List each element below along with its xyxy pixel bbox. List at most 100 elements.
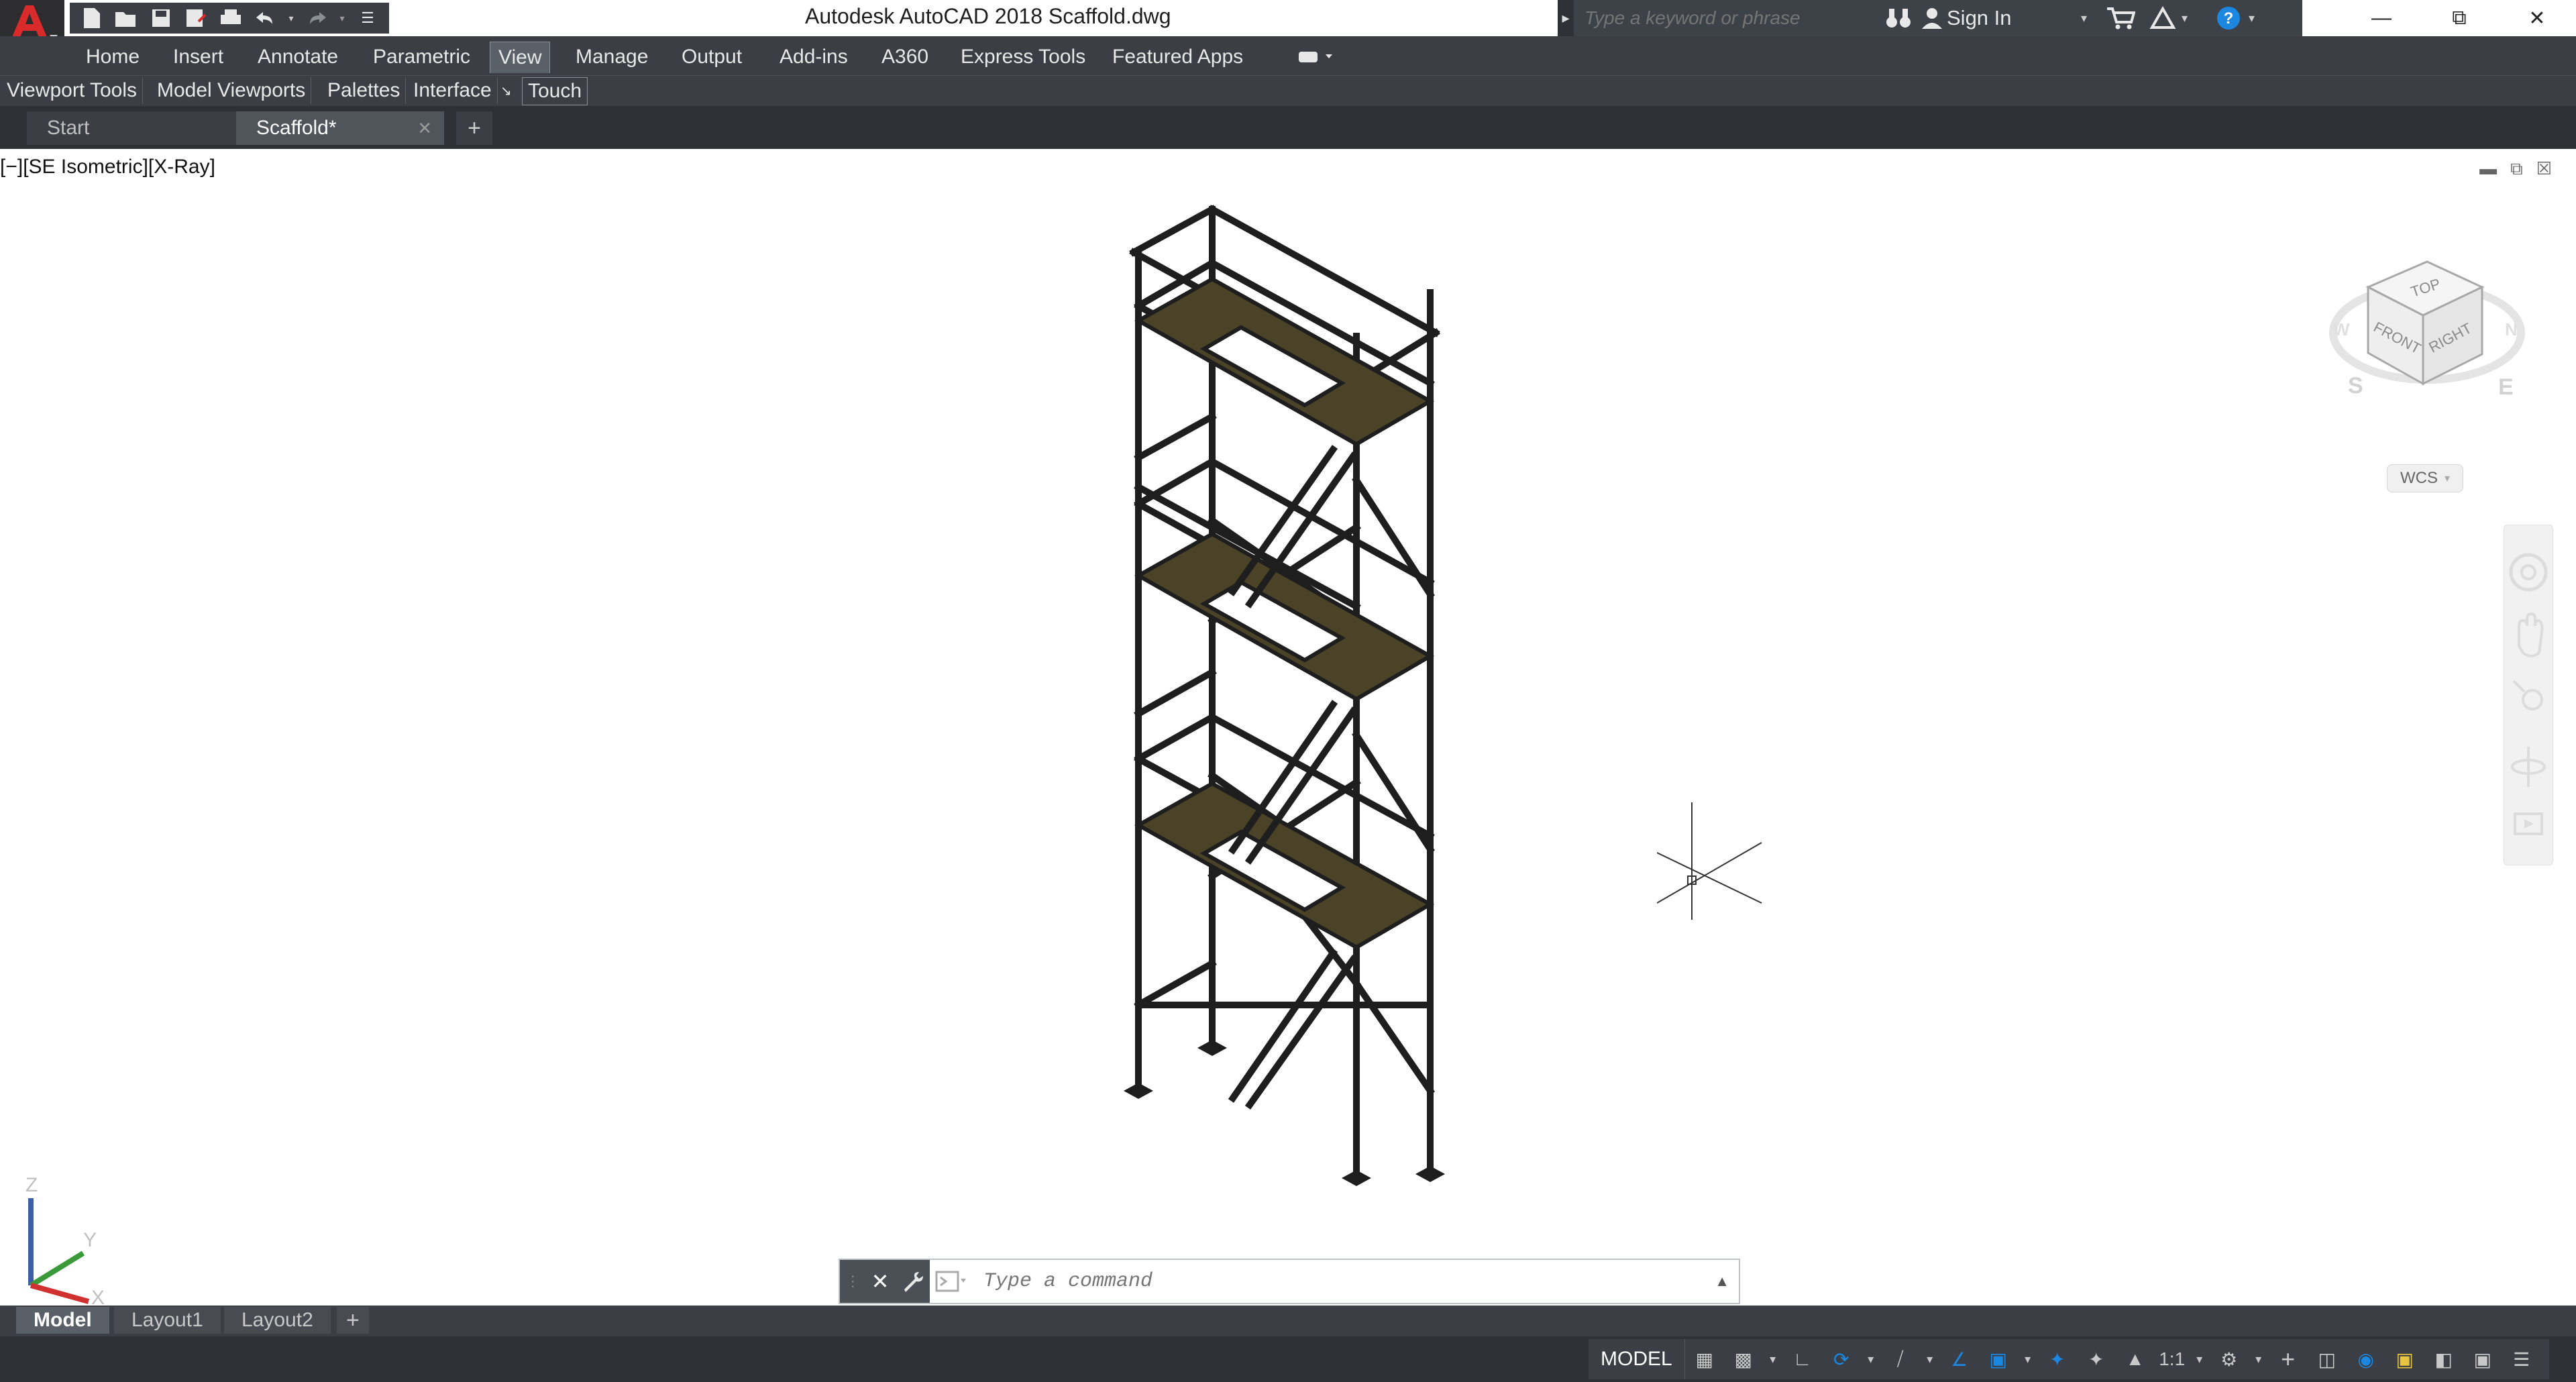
pan-icon[interactable] bbox=[2518, 612, 2544, 657]
tab-home[interactable]: Home bbox=[78, 42, 148, 72]
undo-dropdown-icon[interactable]: ▾ bbox=[286, 5, 297, 32]
tab-express-tools[interactable]: Express Tools bbox=[953, 42, 1093, 72]
isodraft-dropdown-icon[interactable]: ▾ bbox=[1920, 1339, 1940, 1379]
restore-icon[interactable]: ⧉ bbox=[2420, 0, 2498, 36]
model-space-button[interactable]: MODEL bbox=[1589, 1339, 1685, 1379]
quick-properties-icon[interactable]: ◉ bbox=[2347, 1339, 2385, 1379]
navigation-bar bbox=[2504, 525, 2553, 865]
help-dropdown-icon[interactable]: ▾ bbox=[2249, 11, 2265, 25]
snap-icon[interactable]: ▩ bbox=[1724, 1339, 1763, 1379]
tab-model[interactable]: Model bbox=[16, 1307, 109, 1334]
polar-dropdown-icon[interactable]: ▾ bbox=[1861, 1339, 1881, 1379]
annotation-monitor-icon[interactable]: + bbox=[2269, 1339, 2308, 1379]
undo-icon[interactable] bbox=[251, 5, 280, 32]
annotation-scale-value[interactable]: 1:1 bbox=[2155, 1339, 2190, 1379]
tab-insert[interactable]: Insert bbox=[165, 42, 231, 72]
lock-ui-icon[interactable]: ▣ bbox=[2385, 1339, 2424, 1379]
clean-screen-icon[interactable]: ▣ bbox=[2463, 1339, 2502, 1379]
panel-model-viewports[interactable]: Model Viewports bbox=[152, 77, 312, 104]
minimize-icon[interactable]: — bbox=[2343, 0, 2420, 36]
viewcube[interactable]: TOP FRONT RIGHT S E W N bbox=[2328, 252, 2529, 420]
snap-dropdown-icon[interactable]: ▾ bbox=[1763, 1339, 1783, 1379]
open-folder-icon[interactable] bbox=[111, 5, 141, 32]
auto-scale-icon[interactable]: ✦ bbox=[2077, 1339, 2116, 1379]
tab-manage[interactable]: Manage bbox=[568, 42, 656, 72]
annotation-visibility-icon[interactable]: ✦ bbox=[2038, 1339, 2077, 1379]
file-tab-start-label: Start bbox=[47, 117, 90, 139]
annotation-scale-icon[interactable]: ▲ bbox=[2116, 1339, 2155, 1379]
autodesk-exchange-icon[interactable] bbox=[2144, 6, 2182, 30]
command-prompt-icon[interactable] bbox=[930, 1268, 970, 1295]
crosshair-cursor-icon bbox=[1657, 802, 1762, 920]
close-icon[interactable]: ✕ bbox=[2498, 0, 2576, 36]
tab-view[interactable]: View bbox=[490, 42, 551, 73]
command-line: ⋮ ✕ ▲ bbox=[839, 1259, 1740, 1304]
command-history-icon[interactable]: ▲ bbox=[1715, 1273, 1729, 1290]
zoom-extents-icon[interactable] bbox=[2512, 680, 2543, 710]
drawing-area[interactable]: [−][SE Isometric][X-Ray] ▬ ⧉ ☒ TOP FRONT… bbox=[0, 152, 2576, 1306]
new-layout-button[interactable]: + bbox=[337, 1307, 369, 1334]
command-line-toolbar: ⋮ ✕ bbox=[840, 1260, 930, 1303]
close-tab-icon[interactable]: ✕ bbox=[417, 118, 432, 139]
sign-in-dropdown-icon[interactable]: ▾ bbox=[2081, 11, 2097, 25]
binoculars-icon[interactable] bbox=[1880, 6, 1917, 30]
tab-parametric[interactable]: Parametric bbox=[365, 42, 478, 72]
panel-touch[interactable]: Touch bbox=[522, 77, 588, 105]
workspace-dropdown-icon[interactable]: ▾ bbox=[2249, 1339, 2269, 1379]
orbit-icon[interactable] bbox=[2511, 747, 2546, 787]
scale-dropdown-icon[interactable]: ▾ bbox=[2190, 1339, 2210, 1379]
tab-a360[interactable]: A360 bbox=[873, 42, 936, 72]
tab-featured-apps[interactable]: Featured Apps bbox=[1104, 42, 1251, 72]
search-input[interactable] bbox=[1583, 7, 1868, 30]
sign-in-link[interactable]: Sign In bbox=[1947, 6, 2081, 30]
redo-dropdown-icon[interactable]: ▾ bbox=[337, 5, 347, 32]
units-icon[interactable]: ◫ bbox=[2308, 1339, 2347, 1379]
showmotion-icon[interactable] bbox=[2514, 812, 2543, 835]
panel-palettes[interactable]: Palettes bbox=[322, 77, 407, 104]
compass-north-label: N bbox=[2505, 319, 2518, 339]
file-tab-scaffold[interactable]: Scaffold* ✕ bbox=[236, 111, 444, 145]
ucs-x-label: X bbox=[91, 1287, 105, 1306]
save-icon[interactable] bbox=[146, 5, 176, 32]
file-tab-start[interactable]: Start bbox=[27, 111, 241, 145]
tab-add-ins[interactable]: Add-ins bbox=[771, 42, 856, 72]
tab-annotate[interactable]: Annotate bbox=[250, 42, 346, 72]
help-icon[interactable]: ? bbox=[2208, 5, 2249, 32]
new-tab-button[interactable]: + bbox=[456, 111, 492, 145]
ribbon-minimize-icon[interactable] bbox=[1288, 42, 1344, 72]
customize-qat-icon[interactable]: ☰ bbox=[353, 5, 382, 32]
command-grip-icon[interactable]: ⋮ bbox=[845, 1273, 860, 1290]
scaffold-model[interactable] bbox=[0, 152, 2576, 1306]
panel-viewport-tools[interactable]: Viewport Tools bbox=[1, 77, 144, 104]
panel-interface-launcher-icon[interactable]: ↘ bbox=[495, 77, 519, 104]
object-snap-icon[interactable]: ▣ bbox=[1979, 1339, 2018, 1379]
print-icon[interactable] bbox=[216, 5, 246, 32]
command-input[interactable] bbox=[982, 1269, 1682, 1293]
isolate-objects-icon[interactable]: ◧ bbox=[2424, 1339, 2463, 1379]
cart-icon[interactable] bbox=[2097, 6, 2144, 30]
command-customize-icon[interactable] bbox=[900, 1269, 924, 1293]
new-file-icon[interactable] bbox=[76, 5, 106, 32]
tab-layout1[interactable]: Layout1 bbox=[114, 1307, 221, 1334]
object-snap-tracking-icon[interactable]: ∠ bbox=[1940, 1339, 1979, 1379]
search-expand-icon[interactable]: ▸ bbox=[1558, 0, 1574, 36]
panel-interface[interactable]: Interface bbox=[408, 77, 498, 104]
tab-layout2[interactable]: Layout2 bbox=[224, 1307, 331, 1334]
workspace-gear-icon[interactable]: ⚙ bbox=[2210, 1339, 2249, 1379]
grid-icon[interactable]: ▦ bbox=[1685, 1339, 1724, 1379]
isodraft-icon[interactable]: ⧸ bbox=[1881, 1339, 1920, 1379]
wcs-dropdown[interactable]: WCS ▾ bbox=[2387, 464, 2463, 492]
command-close-icon[interactable]: ✕ bbox=[871, 1269, 890, 1294]
window-controls: — ⧉ ✕ bbox=[2343, 0, 2576, 36]
object-snap-dropdown-icon[interactable]: ▾ bbox=[2018, 1339, 2038, 1379]
ortho-icon[interactable]: ∟ bbox=[1783, 1339, 1822, 1379]
exchange-dropdown-icon[interactable]: ▾ bbox=[2182, 11, 2208, 25]
customization-menu-icon[interactable]: ☰ bbox=[2502, 1339, 2541, 1379]
redo-icon[interactable] bbox=[302, 5, 331, 32]
save-as-icon[interactable] bbox=[181, 5, 211, 32]
compass-west-label: W bbox=[2333, 319, 2350, 339]
ribbon-panel-bar: Viewport Tools Model Viewports Palettes … bbox=[0, 75, 2576, 107]
steering-wheel-icon[interactable] bbox=[2509, 553, 2548, 592]
polar-tracking-icon[interactable]: ⟳ bbox=[1822, 1339, 1861, 1379]
tab-output[interactable]: Output bbox=[674, 42, 750, 72]
